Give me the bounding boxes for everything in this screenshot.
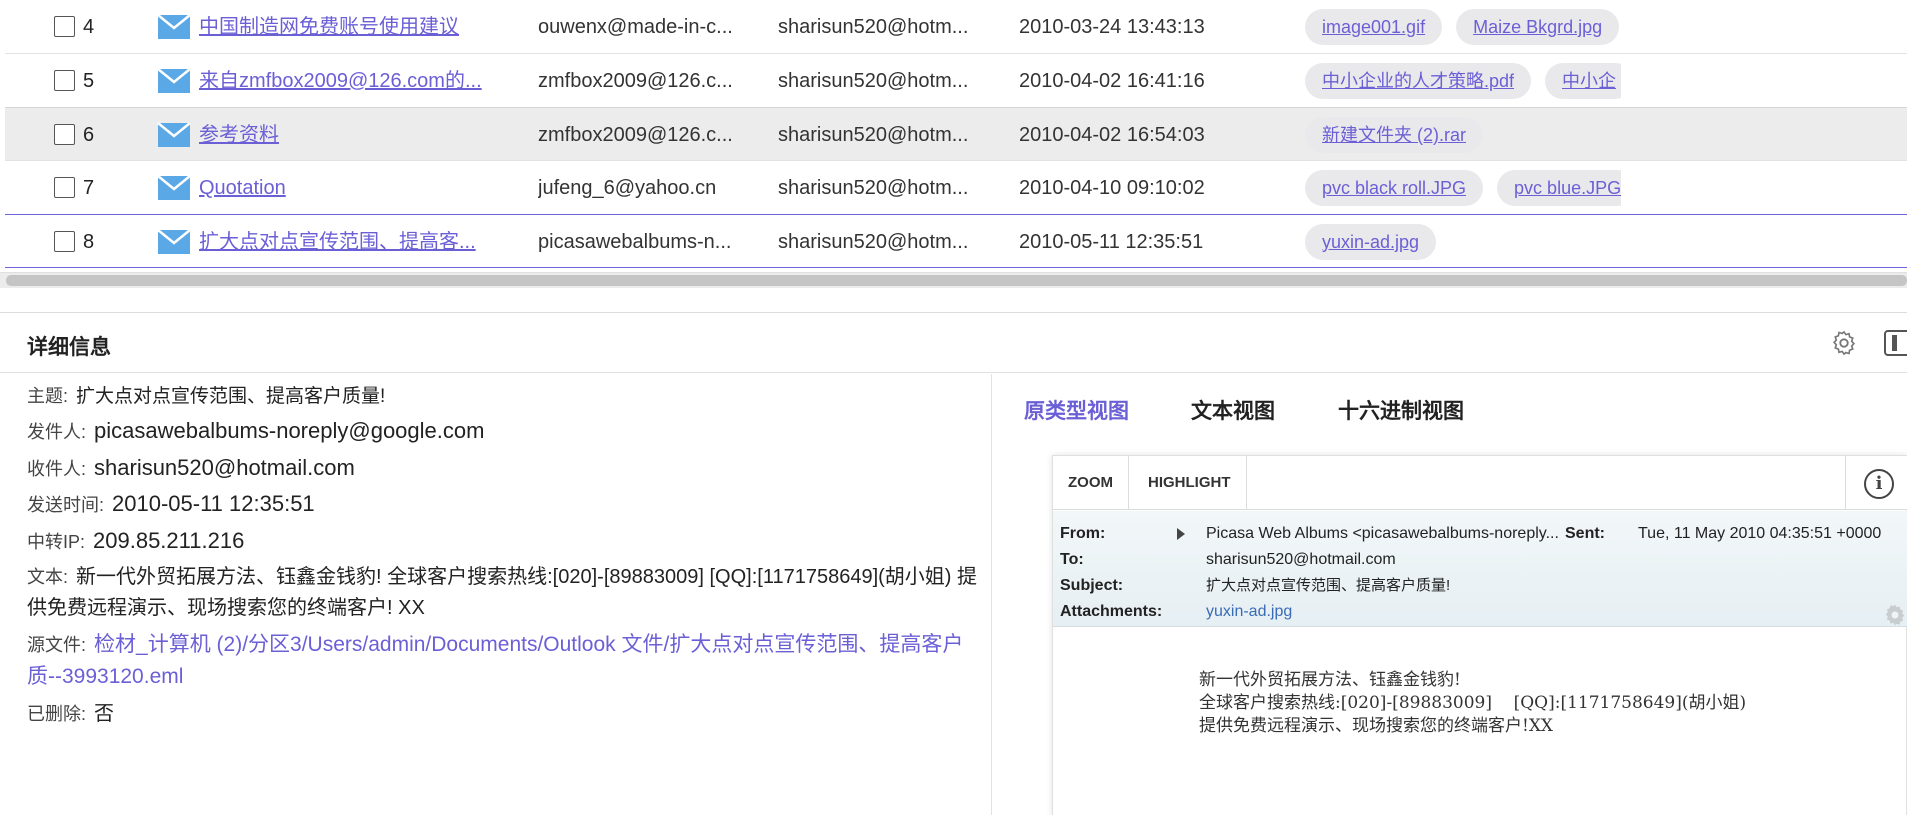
viewer-toolbar: ZOOM HIGHLIGHT i (1053, 456, 1907, 510)
email-viewer: ZOOM HIGHLIGHT i From: Picasa Web Albums… (1052, 455, 1907, 815)
message-header: From: Picasa Web Albums <picasawebalbums… (1053, 511, 1907, 627)
row-checkbox[interactable] (54, 16, 75, 37)
email-date: 2010-04-02 16:54:03 (1019, 124, 1205, 146)
envelope-icon (157, 175, 191, 200)
email-from: zmfbox2009@126.c... (538, 124, 733, 146)
table-row-active[interactable]: 8 扩大点对点宣传范围、提高客... picasawebalbums-n... … (5, 214, 1907, 268)
tab-text-view[interactable]: 文本视图 (1191, 395, 1275, 425)
attachment-chip[interactable]: 新建文件夹 (2).rar (1305, 117, 1483, 153)
sender-field: 发件人: picasawebalbums-noreply@google.com (27, 418, 485, 443)
zoom-button[interactable]: ZOOM (1053, 456, 1129, 510)
attachment-chip[interactable]: yuxin-ad.jpg (1305, 224, 1437, 260)
email-from: jufeng_6@yahoo.cn (538, 177, 717, 199)
panel-toggle-icon[interactable] (1884, 330, 1907, 356)
attachment-list: image001.gif Maize Bkgrd.jpg (1305, 0, 1621, 54)
row-number: 7 (83, 177, 95, 199)
horizontal-scrollbar[interactable] (0, 272, 1907, 288)
gear-icon[interactable] (1882, 602, 1907, 628)
sent-time-field: 发送时间: 2010-05-11 12:35:51 (27, 491, 315, 516)
envelope-icon (157, 14, 191, 39)
highlight-button[interactable]: HIGHLIGHT (1133, 456, 1247, 510)
header-from-row: From: Picasa Web Albums <picasawebalbums… (1060, 525, 1882, 542)
source-file-field: 源文件: 检材_计算机 (2)/分区3/Users/admin/Documents… (27, 633, 964, 688)
recipient-field: 收件人: sharisun520@hotmail.com (27, 455, 355, 480)
email-subject-link[interactable]: 参考资料 (199, 108, 499, 162)
row-checkbox[interactable] (54, 124, 75, 145)
row-checkbox[interactable] (54, 231, 75, 252)
attachment-chip[interactable]: 中小企 (1545, 63, 1621, 99)
email-to: sharisun520@hotm... (778, 124, 969, 146)
email-date: 2010-05-11 12:35:51 (1019, 231, 1204, 253)
email-date: 2010-04-02 16:41:16 (1019, 70, 1205, 92)
attachment-link[interactable]: yuxin-ad.jpg (1206, 601, 1292, 623)
source-file-link[interactable]: 检材_计算机 (2)/分区3/Users/admin/Documents/Out… (27, 633, 963, 688)
envelope-icon (157, 122, 191, 147)
envelope-icon (157, 68, 191, 93)
row-number: 5 (83, 70, 95, 92)
email-from: ouwenx@made-in-c... (538, 16, 733, 38)
row-checkbox[interactable] (54, 70, 75, 91)
email-subject-link[interactable]: 中国制造网免费账号使用建议 (199, 0, 499, 54)
email-to: sharisun520@hotm... (778, 70, 969, 92)
email-from: picasawebalbums-n... (538, 231, 732, 253)
attachment-list: 中小企业的人才策略.pdf 中小企 (1305, 54, 1621, 108)
info-button[interactable]: i (1845, 456, 1907, 510)
tab-hex-view[interactable]: 十六进制视图 (1338, 395, 1464, 425)
deleted-field: 已删除: 否 (27, 703, 115, 725)
attachment-chip[interactable]: pvc blue.JPG (1497, 170, 1621, 206)
relay-ip-field: 中转IP: 209.85.211.216 (27, 528, 245, 553)
email-table: 4 中国制造网免费账号使用建议 ouwenx@made-in-c... shar… (0, 0, 1907, 270)
attachment-chip[interactable]: image001.gif (1305, 9, 1443, 45)
scrollbar-thumb[interactable] (6, 275, 1907, 286)
email-date: 2010-03-24 13:43:13 (1019, 16, 1205, 38)
table-row[interactable]: 7 Quotation jufeng_6@yahoo.cn sharisun52… (5, 161, 1907, 215)
email-subject-link[interactable]: 扩大点对点宣传范围、提高客... (199, 215, 499, 269)
expand-triangle-icon[interactable] (1177, 528, 1185, 540)
email-to: sharisun520@hotm... (778, 16, 969, 38)
attachment-chip[interactable]: Maize Bkgrd.jpg (1456, 9, 1620, 45)
attachment-chip[interactable]: 中小企业的人才策略.pdf (1305, 63, 1532, 99)
email-date: 2010-04-10 09:10:02 (1019, 177, 1205, 199)
text-field: 文本: 新一代外贸拓展方法、钰鑫金钱豹! 全球客户搜索热线:[020]-[8988… (27, 566, 978, 619)
attachment-list: yuxin-ad.jpg (1305, 215, 1621, 269)
row-number: 8 (83, 231, 95, 253)
email-from: zmfbox2009@126.c... (538, 70, 733, 92)
row-checkbox[interactable] (54, 177, 75, 198)
details-title: 详细信息 (27, 336, 111, 359)
attachment-list: 新建文件夹 (2).rar (1305, 108, 1621, 162)
message-body: 新一代外贸拓展方法、钰鑫金钱豹! 全球客户搜索热线:[020]-[8988300… (1199, 670, 1747, 736)
email-to: sharisun520@hotm... (778, 231, 969, 253)
row-number: 6 (83, 124, 95, 146)
email-to: sharisun520@hotm... (778, 177, 969, 199)
email-subject-link[interactable]: Quotation (199, 161, 499, 215)
info-icon: i (1864, 469, 1894, 499)
tab-native-view[interactable]: 原类型视图 (1024, 395, 1129, 425)
subject-field: 主题: 扩大点对点宣传范围、提高客户质量! (27, 386, 386, 407)
attachment-list: pvc black roll.JPG pvc blue.JPG (1305, 161, 1621, 215)
row-number: 4 (83, 16, 95, 38)
envelope-icon (157, 229, 191, 254)
table-row[interactable]: 4 中国制造网免费账号使用建议 ouwenx@made-in-c... shar… (5, 0, 1907, 54)
email-subject-link[interactable]: 来自zmfbox2009@126.com的... (199, 54, 499, 108)
details-fields: 主题: 扩大点对点宣传范围、提高客户质量! 发件人: picasawebalbums… (0, 374, 992, 815)
gear-icon[interactable] (1830, 329, 1858, 357)
details-panel: 详细信息 主题: 扩大点对点宣传范围、提高客户质量! 发件人: picasaweba… (0, 312, 1907, 815)
attachment-chip[interactable]: pvc black roll.JPG (1305, 170, 1484, 206)
table-row-selected[interactable]: 6 参考资料 zmfbox2009@126.c... sharisun520@h… (5, 107, 1907, 161)
table-row[interactable]: 5 来自zmfbox2009@126.com的... zmfbox2009@12… (5, 54, 1907, 108)
details-header: 详细信息 (0, 313, 1907, 373)
